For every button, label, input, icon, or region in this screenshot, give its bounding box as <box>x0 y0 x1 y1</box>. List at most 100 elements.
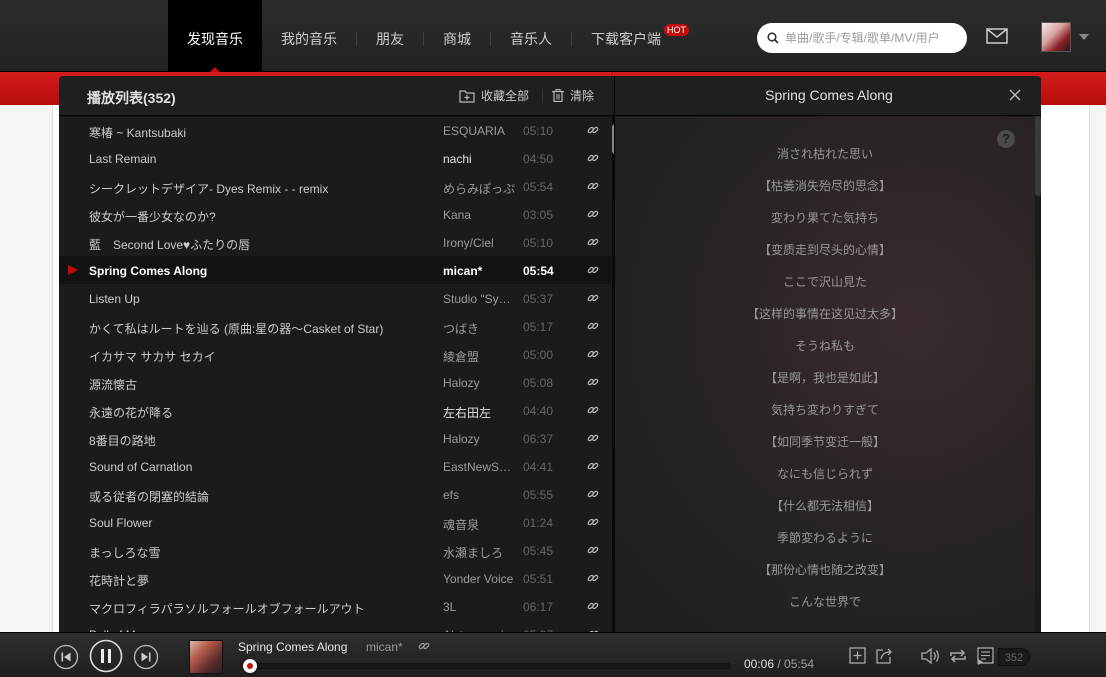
link-icon[interactable] <box>587 404 599 416</box>
song-artist[interactable]: 左右田左 <box>443 404 515 421</box>
list-item[interactable]: まっしろな雪 水瀬ましろ 05:45 <box>59 536 611 564</box>
link-icon[interactable] <box>587 572 599 584</box>
playlist-count[interactable]: 352 <box>998 648 1030 666</box>
list-item[interactable]: Sound of Carnation EastNewSound 04:41 <box>59 452 611 480</box>
list-item[interactable]: 源流懐古 Halozy 05:08 <box>59 368 611 396</box>
link-icon[interactable] <box>587 236 599 248</box>
link-icon[interactable] <box>587 516 599 528</box>
search-box[interactable] <box>757 23 967 53</box>
nav-musician[interactable]: 音乐人 <box>491 0 571 72</box>
song-artist[interactable]: Halozy <box>443 376 515 390</box>
list-item[interactable]: シークレットデザイア- Dyes Remix - - remix めらみぽっぷ 05… <box>59 172 611 200</box>
list-item[interactable]: マクロフィラパラソルフォールオブフォールアウト 3L 06:17 <box>59 592 611 620</box>
playlist-icon[interactable] <box>976 646 998 666</box>
link-icon[interactable] <box>587 432 599 444</box>
lyrics-lines: 消され枯れた思い 【枯萎消失殆尽的思念】 変わり果てた気持ち 【变质走到尽头的心情】こ… <box>615 145 1035 625</box>
link-icon[interactable] <box>587 320 599 332</box>
close-icon[interactable] <box>1009 89 1021 101</box>
song-artist[interactable]: Halozy <box>443 432 515 446</box>
list-item[interactable]: 藍 Second Love♥ふたりの唇 Irony/Ciel 05:10 <box>59 228 611 256</box>
song-artist[interactable]: ESQUARIA <box>443 124 515 138</box>
song-artist[interactable]: EastNewSound <box>443 460 515 474</box>
loop-icon[interactable] <box>948 647 968 665</box>
list-item[interactable]: Last Remain nachi 04:50 <box>59 144 611 172</box>
list-item[interactable]: Listen Up Studio "Syzygy" 05:37 <box>59 284 611 312</box>
song-title: イカサマ サカサ セカイ <box>89 350 216 364</box>
song-artist[interactable]: Yonder Voice <box>443 572 515 586</box>
list-item[interactable]: 永遠の花が降る 左右田左 04:40 <box>59 396 611 424</box>
lyrics-pane: ? 消され枯れた思い 【枯萎消失殆尽的思念】 変わり果てた気持ち 【变质走到尽头的心情… <box>615 116 1041 632</box>
add-to-playlist-icon[interactable] <box>849 647 867 665</box>
link-icon[interactable] <box>587 264 599 276</box>
link-icon[interactable] <box>587 488 599 500</box>
album-cover[interactable] <box>189 640 223 674</box>
song-artist[interactable]: つばき <box>443 320 515 337</box>
song-duration: 05:08 <box>523 376 554 390</box>
progress-handle[interactable] <box>243 659 258 673</box>
link-icon[interactable] <box>587 348 599 360</box>
song-artist[interactable]: Irony/Ciel <box>443 236 515 250</box>
list-item[interactable]: 彼女が一番少女なのか? Kana 03:05 <box>59 200 611 228</box>
share-icon[interactable] <box>876 647 894 665</box>
link-icon[interactable] <box>418 640 430 652</box>
song-artist[interactable]: Studio "Syzygy" <box>443 292 515 306</box>
pause-icon[interactable] <box>89 639 123 673</box>
list-item[interactable]: 寒椿 ~ Kantsubaki ESQUARIA 05:10 <box>59 116 611 144</box>
song-title: 彼女が一番少女なのか? <box>89 210 216 224</box>
avatar[interactable] <box>1041 22 1071 52</box>
list-item[interactable]: イカサマ サカサ セカイ 綾倉盟 05:00 <box>59 340 611 368</box>
song-artist[interactable]: 綾倉盟 <box>443 348 515 365</box>
link-icon[interactable] <box>587 460 599 472</box>
song-title: シークレットデザイア- Dyes Remix - - remix <box>89 182 329 196</box>
nav-my-music[interactable]: 我的音乐 <box>262 0 356 72</box>
song-artist[interactable]: efs <box>443 488 515 502</box>
link-icon[interactable] <box>587 292 599 304</box>
lyric-line: ここで沢山見た <box>782 275 867 289</box>
link-icon[interactable] <box>587 152 599 164</box>
song-artist[interactable]: Kana <box>443 208 515 222</box>
clear-button[interactable]: 清除 <box>552 87 594 104</box>
nav-friends[interactable]: 朋友 <box>357 0 423 72</box>
list-item[interactable]: 或る従者の閉塞的結論 efs 05:55 <box>59 480 611 508</box>
total-time: / 05:54 <box>777 657 815 671</box>
list-item-current[interactable]: Spring Comes Along mican* 05:54 <box>59 256 611 284</box>
nav-store[interactable]: 商城 <box>424 0 490 72</box>
next-icon[interactable] <box>133 644 159 670</box>
link-icon[interactable] <box>587 124 599 136</box>
lyrics-scrollbar-thumb[interactable] <box>1035 116 1041 196</box>
collect-all-button[interactable]: 收藏全部 <box>459 87 529 104</box>
now-playing-artist[interactable]: mican* <box>366 640 403 654</box>
song-artist[interactable]: めらみぽっぷ <box>443 180 515 197</box>
song-artist[interactable]: mican* <box>443 264 515 278</box>
list-item[interactable]: Bell of MomAlstroemeria05:27 <box>59 620 611 632</box>
list-item[interactable]: 花時計と夢 Yonder Voice 05:51 <box>59 564 611 592</box>
list-item[interactable]: 8番目の路地 Halozy 06:37 <box>59 424 611 452</box>
search-input[interactable] <box>785 31 955 45</box>
link-icon[interactable] <box>587 376 599 388</box>
link-icon[interactable] <box>587 544 599 556</box>
mail-icon[interactable] <box>986 28 1008 44</box>
song-artist[interactable]: 水瀬ましろ <box>443 544 515 561</box>
progress-bar[interactable] <box>241 659 731 673</box>
volume-icon[interactable] <box>921 647 941 665</box>
link-icon[interactable] <box>587 208 599 220</box>
link-icon[interactable] <box>587 600 599 612</box>
song-artist[interactable]: nachi <box>443 152 515 166</box>
list-item[interactable]: Soul Flower 魂音泉 01:24 <box>59 508 611 536</box>
list-item[interactable]: かくて私はルートを辿る (原曲:星の器～Casket of Star) つばき 05… <box>59 312 611 340</box>
song-duration: 06:17 <box>523 600 554 614</box>
lyric-line: 季節変わるように <box>776 531 873 545</box>
nav-discover[interactable]: 发现音乐 <box>168 0 262 73</box>
clear-label: 清除 <box>570 89 595 103</box>
prev-icon[interactable] <box>53 644 79 670</box>
top-navigation: 发现音乐 我的音乐 朋友 商城 音乐人 下载客户端 HOT <box>0 0 1106 73</box>
nav-download-client[interactable]: 下载客户端 HOT <box>572 0 689 72</box>
song-artist[interactable]: 魂音泉 <box>443 516 515 533</box>
chevron-down-icon[interactable] <box>1079 34 1089 40</box>
song-duration: 04:41 <box>523 460 554 474</box>
song-artist[interactable]: 3L <box>443 600 515 614</box>
song-duration: 04:40 <box>523 404 554 418</box>
link-icon[interactable] <box>587 180 599 192</box>
now-playing-title[interactable]: Spring Comes Along <box>238 640 347 654</box>
lyric-line: 気持ち変わりすぎて <box>770 403 879 417</box>
